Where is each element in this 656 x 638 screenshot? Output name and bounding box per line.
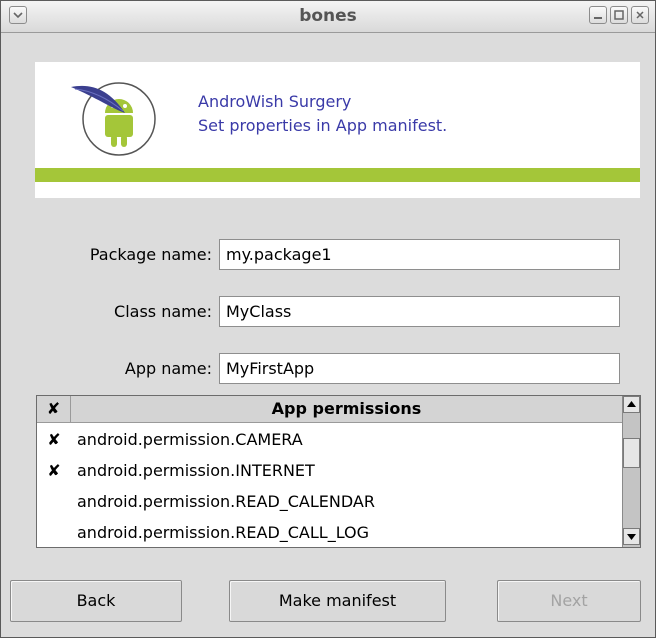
permission-label: android.permission.READ_CALENDAR — [77, 492, 375, 511]
permission-label: android.permission.CAMERA — [77, 430, 303, 449]
app-window: bones AndroWish Surgery Set properties i… — [0, 0, 656, 638]
androwish-logo-icon — [71, 82, 156, 156]
window-title: bones — [299, 6, 357, 26]
minimize-button[interactable] — [589, 6, 607, 24]
scroll-down-button[interactable] — [623, 528, 640, 545]
next-button[interactable]: Next — [497, 580, 641, 622]
banner-subtitle: Set properties in App manifest. — [198, 116, 448, 135]
app-name-label: App name: — [124, 359, 212, 378]
title-bar: bones — [1, 1, 655, 33]
permissions-header: ✘ App permissions — [37, 396, 622, 423]
accent-bar — [35, 168, 640, 182]
maximize-button[interactable] — [610, 6, 628, 24]
arrow-down-icon — [627, 534, 636, 540]
list-item[interactable]: android.permission.READ_CALENDAR — [37, 486, 622, 517]
permission-label: android.permission.READ_CALL_LOG — [77, 523, 370, 542]
permissions-scrollbar[interactable] — [622, 396, 640, 547]
class-name-label: Class name: — [114, 302, 212, 321]
make-manifest-button[interactable]: Make manifest — [229, 580, 446, 622]
checkmark-icon[interactable]: ✘ — [37, 455, 71, 486]
list-item[interactable]: android.permission.READ_CALL_LOG — [37, 517, 622, 547]
check-column-header[interactable]: ✘ — [37, 396, 71, 422]
list-item[interactable]: ✘ android.permission.CAMERA — [37, 424, 622, 455]
close-icon — [636, 11, 644, 19]
scroll-up-button[interactable] — [623, 396, 640, 413]
minimize-icon — [594, 17, 602, 19]
app-name-field[interactable]: MyFirstApp — [219, 353, 620, 384]
permissions-list[interactable]: ✘ App permissions ✘ android.permission.C… — [36, 395, 641, 548]
arrow-up-icon — [627, 401, 636, 407]
checkmark-icon[interactable]: ✘ — [37, 424, 71, 455]
permissions-column-header[interactable]: App permissions — [71, 396, 622, 422]
list-item[interactable]: ✘ android.permission.INTERNET — [37, 455, 622, 486]
close-button[interactable] — [631, 6, 649, 24]
maximize-icon — [614, 10, 624, 20]
permission-label: android.permission.INTERNET — [77, 461, 315, 480]
scroll-thumb[interactable] — [623, 438, 640, 468]
banner-title: AndroWish Surgery — [198, 92, 352, 111]
package-name-field[interactable]: my.package1 — [219, 239, 620, 270]
header-banner: AndroWish Surgery Set properties in App … — [35, 62, 640, 198]
package-name-label: Package name: — [89, 245, 212, 264]
class-name-field[interactable]: MyClass — [219, 296, 620, 327]
banner-text: AndroWish Surgery Set properties in App … — [198, 90, 447, 138]
back-button[interactable]: Back — [10, 580, 182, 622]
